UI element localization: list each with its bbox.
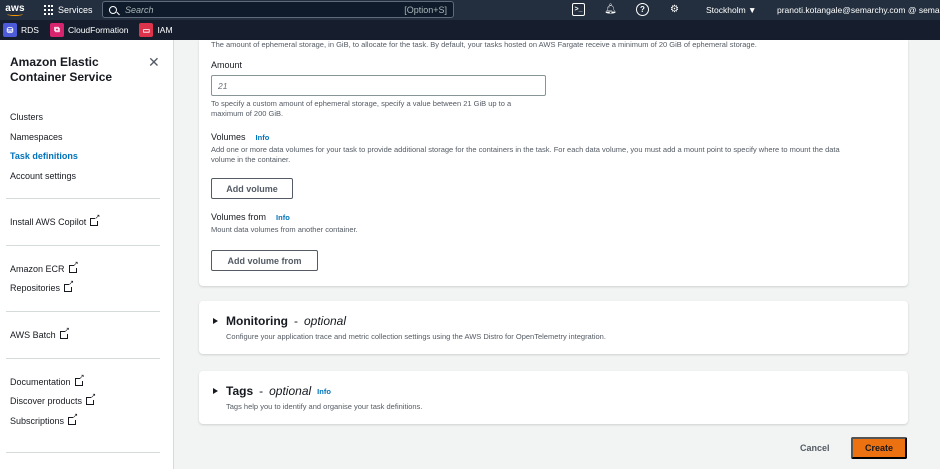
top-navigation: aws Services Search [Option+S] >_ 🔔︎ ? ⚙… — [0, 0, 940, 20]
favorite-iam[interactable]: ▭ IAM — [139, 23, 173, 37]
volumes-info-link[interactable]: Info — [256, 133, 270, 142]
tags-section: Tags - optional Info Tags help you to id… — [199, 371, 908, 424]
volumes-from-info-link[interactable]: Info — [276, 213, 290, 222]
optional-label: optional — [303, 314, 347, 328]
close-icon[interactable]: ✕ — [148, 55, 160, 69]
sidebar-item-namespaces[interactable]: Namespaces — [10, 132, 63, 142]
storage-description: The amount of ephemeral storage, in GiB,… — [211, 40, 757, 49]
tags-title: Tags — [226, 384, 254, 398]
search-input[interactable]: Search [Option+S] — [102, 1, 454, 18]
cancel-button[interactable]: Cancel — [800, 443, 830, 453]
external-link-icon — [68, 261, 79, 273]
search-placeholder: Search — [125, 4, 154, 15]
cloudshell-icon[interactable]: >_ — [572, 3, 585, 16]
monitoring-toggle[interactable]: Monitoring - optional — [213, 314, 346, 328]
sidebar-divider — [6, 452, 160, 453]
caret-right-icon — [213, 318, 218, 324]
sidebar: Amazon Elastic Container Service ✕ Clust… — [0, 40, 174, 469]
tags-info-link[interactable]: Info — [317, 387, 331, 396]
external-link-icon — [59, 327, 70, 339]
favorite-cloudformation[interactable]: ⧉ CloudFormation — [49, 23, 129, 37]
volumes-description: Add one or more data volumes for your ta… — [211, 145, 840, 154]
sidebar-item-repositories[interactable]: Repositories — [10, 280, 74, 293]
amount-value: 21 — [218, 81, 228, 91]
rds-icon: ⛁ — [3, 23, 17, 37]
tags-toggle[interactable]: Tags - optional Info — [213, 384, 331, 398]
external-link-icon — [74, 374, 85, 386]
nav-icon-group: >_ 🔔︎ ? ⚙ — [572, 3, 681, 16]
sidebar-item-amazon-ecr[interactable]: Amazon ECR — [10, 261, 79, 274]
storage-panel: The amount of ephemeral storage, in GiB,… — [199, 40, 908, 286]
sidebar-item-clusters[interactable]: Clusters — [10, 112, 43, 122]
bell-icon[interactable]: 🔔︎ — [604, 3, 617, 16]
amount-help: To specify a custom amount of ephemeral … — [211, 99, 512, 108]
external-link-icon — [86, 393, 96, 405]
cloudformation-icon: ⧉ — [49, 23, 64, 37]
account-menu[interactable]: pranoti.kotangale@semarchy.com @ semarch — [777, 5, 940, 15]
tags-description: Tags help you to identify and organise y… — [226, 402, 423, 411]
sidebar-item-task-definitions[interactable]: Task definitions — [10, 151, 78, 161]
volumes-label: Volumes Info — [211, 132, 270, 142]
dash-separator: - — [259, 384, 264, 398]
amount-input[interactable]: 21 — [211, 75, 546, 96]
favorite-label: IAM — [157, 25, 173, 35]
sidebar-divider — [6, 311, 160, 312]
sidebar-divider — [6, 198, 160, 199]
caret-right-icon — [213, 388, 218, 394]
aws-smile-icon — [7, 12, 23, 16]
external-link-icon — [64, 280, 74, 292]
favorite-label: RDS — [21, 25, 39, 35]
sidebar-item-discover-products[interactable]: Discover products — [10, 393, 96, 406]
help-icon[interactable]: ? — [636, 3, 649, 16]
aws-logo[interactable]: aws — [2, 0, 28, 20]
monitoring-title: Monitoring — [226, 314, 288, 328]
sidebar-item-aws-batch[interactable]: AWS Batch — [10, 327, 70, 340]
favorites-bar: ⛁ RDS ⧉ CloudFormation ▭ IAM — [0, 20, 940, 40]
favorite-label: CloudFormation — [67, 25, 129, 35]
volumes-from-description: Mount data volumes from another containe… — [211, 225, 358, 234]
optional-label: optional — [269, 384, 312, 398]
amount-help: maximum of 200 GiB. — [211, 109, 284, 118]
sidebar-title: Amazon Elastic Container Service — [10, 55, 113, 84]
favorite-rds[interactable]: ⛁ RDS — [3, 23, 39, 37]
sidebar-item-account-settings[interactable]: Account settings — [10, 171, 76, 181]
sidebar-divider — [6, 245, 160, 246]
search-icon — [109, 5, 117, 14]
sidebar-item-subscriptions[interactable]: Subscriptions — [10, 413, 78, 426]
add-volume-button[interactable]: Add volume — [211, 178, 293, 199]
monitoring-description: Configure your application trace and met… — [226, 332, 606, 341]
gear-icon[interactable]: ⚙ — [668, 3, 681, 16]
region-selector[interactable]: Stockholm ▼ — [706, 5, 756, 15]
search-shortcut: [Option+S] — [404, 4, 447, 15]
add-volume-from-button[interactable]: Add volume from — [211, 250, 318, 271]
external-link-icon — [90, 214, 100, 226]
services-menu-button[interactable]: Services — [44, 5, 93, 15]
amount-label: Amount — [211, 60, 243, 70]
iam-icon: ▭ — [139, 23, 154, 37]
sidebar-divider — [6, 358, 160, 359]
services-label: Services — [58, 5, 93, 15]
create-button[interactable]: Create — [851, 437, 907, 459]
dash-separator: - — [293, 314, 298, 328]
volumes-description: volume in the container. — [211, 155, 291, 164]
grid-icon — [44, 5, 54, 15]
monitoring-section: Monitoring - optional Configure your app… — [199, 301, 908, 354]
sidebar-item-documentation[interactable]: Documentation — [10, 374, 85, 387]
volumes-from-label: Volumes from Info — [211, 212, 290, 222]
external-link-icon — [68, 413, 78, 425]
sidebar-item-install-copilot[interactable]: Install AWS Copilot — [10, 214, 100, 227]
